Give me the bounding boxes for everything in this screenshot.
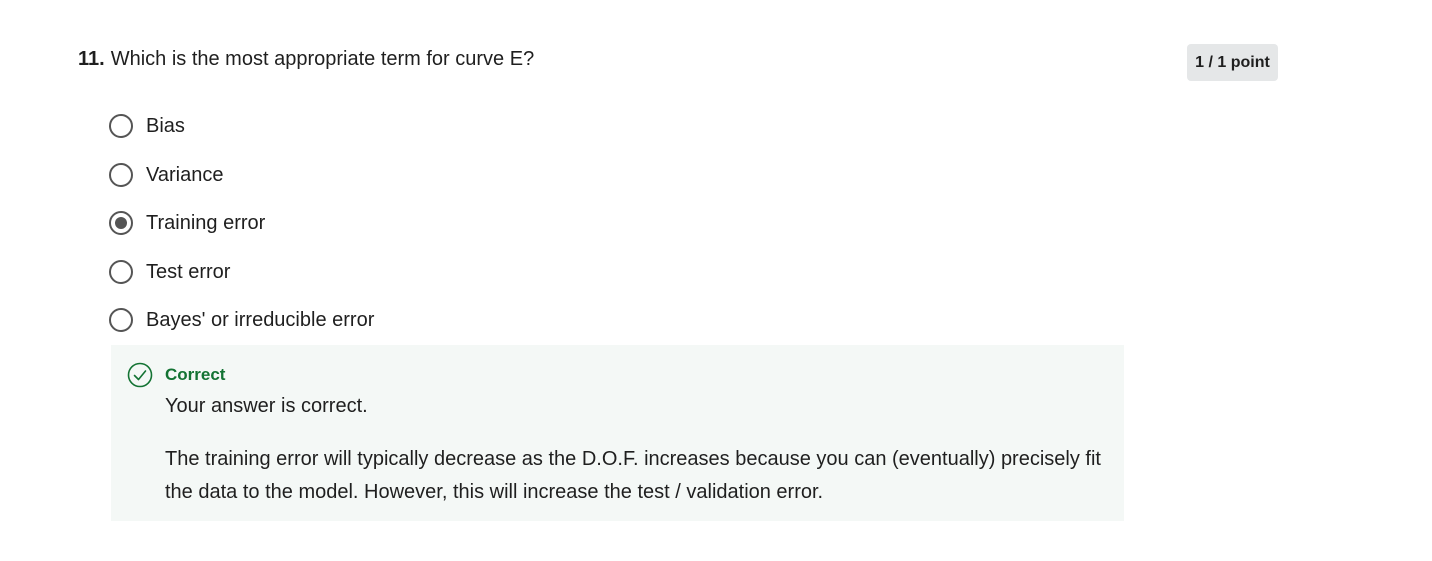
option-label: Bias <box>146 115 185 138</box>
radio-button[interactable] <box>109 259 133 284</box>
feedback-text: Your answer is correct. The training err… <box>165 390 1110 509</box>
feedback-panel: Correct Your answer is correct. The trai… <box>111 345 1124 521</box>
option-label: Training error <box>146 212 266 235</box>
question-number: 11. <box>78 48 105 70</box>
option-label: Variance <box>146 163 224 186</box>
option-variance[interactable]: Variance <box>109 151 374 200</box>
option-label: Test error <box>146 260 231 283</box>
option-bias[interactable]: Bias <box>109 102 374 151</box>
radio-button[interactable] <box>109 308 133 333</box>
check-circle-icon <box>127 362 153 388</box>
question-text: Which is the most appropriate term for c… <box>110 48 535 70</box>
radio-button[interactable] <box>109 162 133 187</box>
feedback-message: Your answer is correct. <box>165 395 368 417</box>
option-training-error[interactable]: Training error <box>109 199 374 248</box>
answer-options: Bias Variance Training error Test error … <box>109 102 374 345</box>
radio-button[interactable] <box>109 114 133 139</box>
option-bayes-error[interactable]: Bayes' or irreducible error <box>109 296 374 345</box>
question-header: 11. Which is the most appropriate term fo… <box>78 44 534 74</box>
points-badge: 1 / 1 point <box>1187 44 1278 81</box>
feedback-explanation: The training error will typically decrea… <box>165 448 1101 503</box>
radio-button-selected[interactable] <box>109 211 133 236</box>
radio-selected-dot <box>115 217 127 230</box>
option-test-error[interactable]: Test error <box>109 248 374 297</box>
option-label: Bayes' or irreducible error <box>146 309 375 332</box>
feedback-status: Correct <box>165 365 226 384</box>
